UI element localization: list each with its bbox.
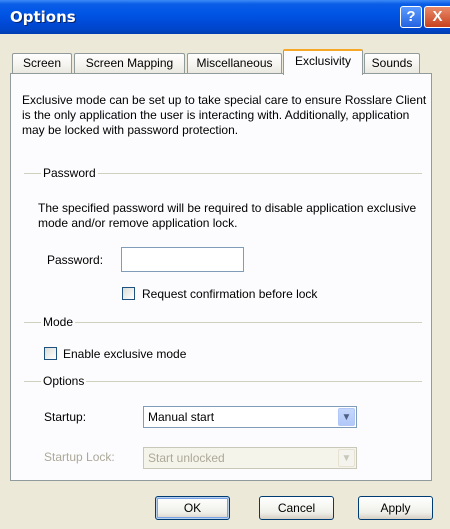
startup-lock-value: Start unlocked bbox=[148, 451, 225, 465]
password-input[interactable] bbox=[121, 247, 244, 272]
exclusivity-description: Exclusive mode can be set up to take spe… bbox=[22, 93, 427, 137]
help-icon[interactable]: ? bbox=[400, 6, 422, 28]
startup-lock-label: Startup Lock: bbox=[44, 450, 115, 464]
tab-label: Screen Mapping bbox=[85, 56, 174, 70]
options-group-label: Options bbox=[41, 374, 87, 388]
startup-label: Startup: bbox=[44, 410, 87, 424]
mode-group-divider bbox=[24, 322, 422, 323]
request-confirmation-checkbox[interactable] bbox=[122, 287, 135, 300]
cancel-button[interactable]: Cancel bbox=[259, 496, 334, 520]
enable-exclusive-mode-checkbox[interactable] bbox=[44, 347, 57, 360]
window-title: Options bbox=[10, 8, 76, 26]
password-label: Password: bbox=[47, 253, 104, 267]
startup-value: Manual start bbox=[148, 410, 215, 424]
tab-label: Exclusivity bbox=[294, 54, 351, 68]
tab-label: Sounds bbox=[371, 56, 413, 70]
tab-sounds[interactable]: Sounds bbox=[364, 53, 420, 73]
startup-lock-select: Start unlocked ▼ bbox=[143, 447, 357, 469]
enable-exclusive-mode-label[interactable]: Enable exclusive mode bbox=[63, 347, 186, 362]
tab-exclusivity[interactable]: Exclusivity bbox=[283, 49, 363, 75]
startup-select[interactable]: Manual start ▼ bbox=[143, 406, 357, 428]
request-confirmation-label[interactable]: Request confirmation before lock bbox=[142, 287, 317, 302]
chevron-down-icon: ▼ bbox=[338, 449, 355, 467]
tab-label: Screen bbox=[22, 56, 62, 70]
password-group-label: Password bbox=[41, 166, 98, 180]
ok-button[interactable]: OK bbox=[155, 496, 230, 520]
title-bar[interactable]: Options ? X bbox=[0, 0, 450, 34]
tab-screen[interactable]: Screen bbox=[12, 53, 72, 73]
tab-miscellaneous[interactable]: Miscellaneous bbox=[187, 53, 282, 73]
tab-label: Miscellaneous bbox=[196, 56, 273, 70]
mode-group-label: Mode bbox=[41, 315, 76, 329]
chevron-down-icon[interactable]: ▼ bbox=[338, 408, 355, 426]
apply-button[interactable]: Apply bbox=[358, 496, 433, 520]
tab-screen-mapping[interactable]: Screen Mapping bbox=[74, 53, 185, 73]
close-icon[interactable]: X bbox=[424, 6, 450, 28]
password-description: The specified password will be required … bbox=[38, 201, 417, 230]
